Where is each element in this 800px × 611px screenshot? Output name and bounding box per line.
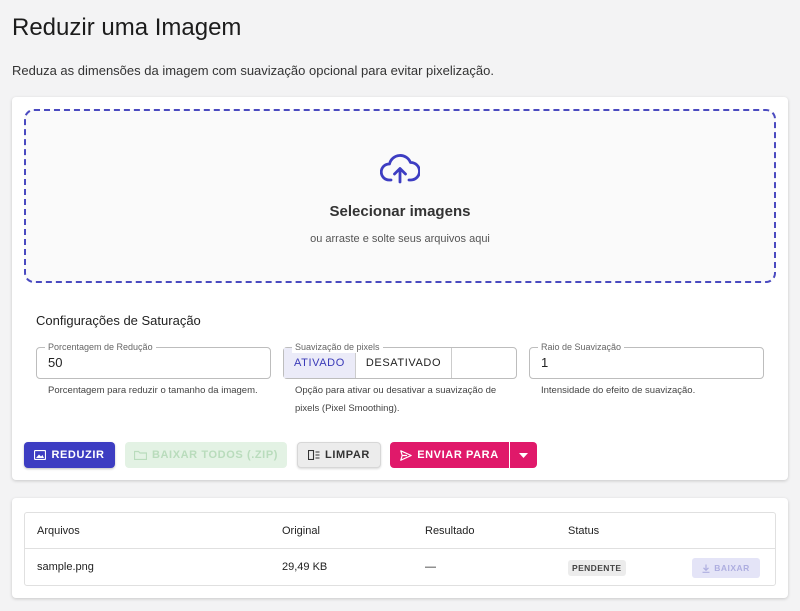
image-icon bbox=[34, 450, 47, 460]
clear-list-icon bbox=[308, 450, 320, 460]
file-name: sample.png bbox=[37, 561, 94, 573]
reduction-percentage-helper: Porcentagem para reduzir o tamanho da im… bbox=[48, 385, 258, 396]
page-subtitle: Reduza as dimensões da imagem com suaviz… bbox=[12, 63, 494, 78]
column-files: Arquivos bbox=[37, 525, 80, 537]
reduce-button-label: REDUZIR bbox=[51, 449, 105, 461]
files-table-header: Arquivos Original Resultado Status bbox=[25, 513, 775, 549]
cloud-upload-icon bbox=[380, 154, 420, 184]
smoothing-radius-input[interactable] bbox=[541, 348, 741, 378]
column-status: Status bbox=[568, 525, 600, 537]
folder-icon bbox=[133, 450, 147, 460]
clear-button[interactable]: LIMPAR bbox=[297, 442, 381, 468]
page-title: Reduzir uma Imagem bbox=[12, 14, 242, 41]
download-button-label: BAIXAR bbox=[714, 563, 750, 573]
reduction-percentage-field: Porcentagem de Redução bbox=[36, 341, 271, 379]
download-all-zip-button[interactable]: BAIXAR TODOS (.ZIP) bbox=[125, 442, 287, 468]
clear-button-label: LIMPAR bbox=[325, 449, 370, 461]
reduce-button[interactable]: REDUZIR bbox=[24, 442, 115, 468]
files-card: Arquivos Original Resultado Status sampl… bbox=[12, 498, 788, 598]
column-original: Original bbox=[282, 525, 320, 537]
files-table: Arquivos Original Resultado Status sampl… bbox=[24, 512, 776, 586]
file-original-size: 29,49 KB bbox=[282, 561, 328, 573]
download-all-zip-label: BAIXAR TODOS (.ZIP) bbox=[151, 449, 279, 461]
dropzone-hint: ou arraste e solte seus arquivos aqui bbox=[310, 233, 490, 245]
image-dropzone[interactable]: Selecionar imagens ou arraste e solte se… bbox=[24, 109, 776, 283]
pixel-smoothing-field: Suavização de pixels ATIVADO DESATIVADO bbox=[283, 341, 517, 379]
column-result: Resultado bbox=[425, 525, 475, 537]
pixel-smoothing-helper: Opção para ativar ou desativar a suaviza… bbox=[295, 385, 497, 414]
main-card: Selecionar imagens ou arraste e solte se… bbox=[12, 97, 788, 480]
smoothing-radius-field: Raio de Suavização bbox=[529, 341, 764, 379]
smoothing-radius-helper: Intensidade do efeito de suavização. bbox=[541, 385, 696, 396]
send-to-button[interactable]: ENVIAR PARA bbox=[390, 442, 509, 468]
send-to-button-label: ENVIAR PARA bbox=[417, 449, 499, 461]
send-to-dropdown-button[interactable] bbox=[510, 442, 537, 468]
caret-down-icon bbox=[519, 452, 528, 458]
file-result-size: — bbox=[425, 561, 436, 573]
status-badge: PENDENTE bbox=[568, 560, 626, 576]
download-icon bbox=[702, 564, 710, 573]
download-button[interactable]: BAIXAR bbox=[692, 558, 760, 578]
pixel-smoothing-label: Suavização de pixels bbox=[292, 341, 383, 353]
settings-title: Configurações de Saturação bbox=[36, 313, 201, 328]
dropzone-title: Selecionar imagens bbox=[329, 203, 471, 220]
send-icon bbox=[400, 449, 413, 461]
reduction-percentage-input[interactable] bbox=[48, 348, 248, 378]
